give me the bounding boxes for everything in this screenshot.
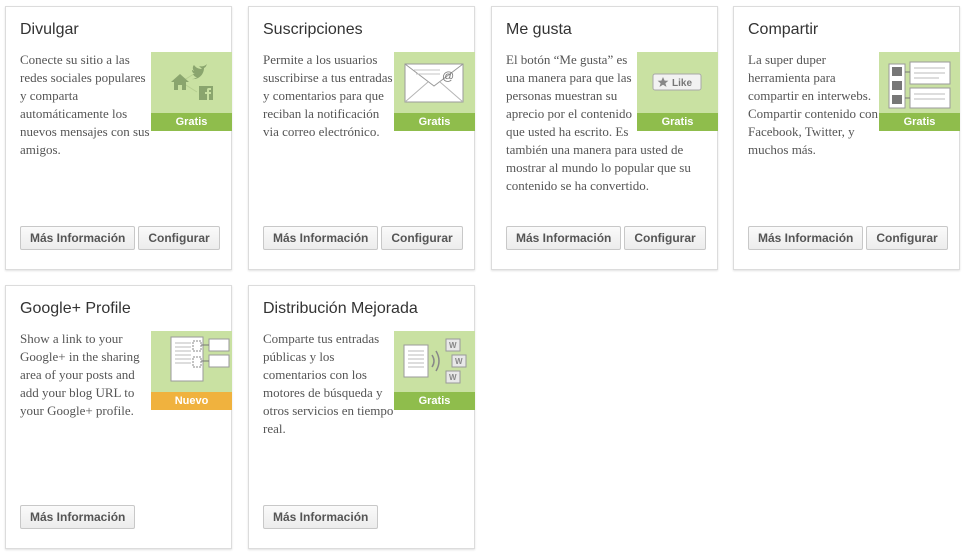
card-title: Divulgar xyxy=(20,21,79,38)
svg-text:W: W xyxy=(449,341,457,350)
share-network-icon xyxy=(171,64,213,100)
price-badge: Gratis xyxy=(637,113,718,131)
card-actions: Más Información Configurar xyxy=(748,226,948,250)
card-compartir: Compartir La super duper herramienta par… xyxy=(733,6,960,270)
price-badge: Gratis xyxy=(394,392,475,410)
svg-text:@: @ xyxy=(442,69,454,83)
more-info-button[interactable]: Más Información xyxy=(263,226,379,250)
configure-button[interactable]: Configurar xyxy=(381,226,463,250)
configure-button[interactable]: Configurar xyxy=(624,226,706,250)
card-actions: Más Información xyxy=(263,505,379,529)
more-info-button[interactable]: Más Información xyxy=(20,505,136,529)
card-title: Me gusta xyxy=(506,21,572,38)
configure-button[interactable]: Configurar xyxy=(866,226,948,250)
svg-text:W: W xyxy=(455,357,463,366)
card-me-gusta: Me gusta El botón “Me gusta” es una mane… xyxy=(491,6,718,270)
module-thumbnail: Gratis xyxy=(151,52,232,131)
module-thumbnail: W W W Gratis xyxy=(394,331,475,410)
module-thumbnail: Like Gratis xyxy=(637,52,718,131)
module-thumbnail: Gratis xyxy=(879,52,960,131)
card-actions: Más Información Configurar xyxy=(20,226,220,250)
card-title: Suscripciones xyxy=(263,21,363,38)
more-info-button[interactable]: Más Información xyxy=(506,226,622,250)
configure-button[interactable]: Configurar xyxy=(138,226,220,250)
card-title: Google+ Profile xyxy=(20,300,131,317)
module-thumbnail: Nuevo xyxy=(151,331,232,410)
card-divulgar: Divulgar Conecte su sitio a las redes so… xyxy=(5,6,232,270)
card-actions: Más Información xyxy=(20,505,136,529)
like-text: Like xyxy=(672,78,692,89)
card-title: Distribución Mejorada xyxy=(263,300,418,317)
card-actions: Más Información Configurar xyxy=(263,226,463,250)
more-info-button[interactable]: Más Información xyxy=(263,505,379,529)
like-button-icon: Like xyxy=(652,73,702,91)
broadcast-icon: W W W xyxy=(403,338,467,384)
new-badge: Nuevo xyxy=(151,392,232,410)
card-title: Compartir xyxy=(748,21,819,38)
svg-text:W: W xyxy=(449,373,457,382)
envelope-icon: @ xyxy=(404,63,464,103)
price-badge: Gratis xyxy=(151,113,232,131)
price-badge: Gratis xyxy=(394,113,475,131)
profile-link-icon xyxy=(170,336,230,382)
card-actions: Más Información Configurar xyxy=(506,226,706,250)
more-info-button[interactable]: Más Información xyxy=(20,226,136,250)
card-google-profile: Google+ Profile Show a link to your Goog… xyxy=(5,285,232,549)
price-badge: Gratis xyxy=(879,113,960,131)
card-distribucion-mejorada: Distribución Mejorada Comparte tus entra… xyxy=(248,285,475,549)
sharing-buttons-icon xyxy=(888,61,951,109)
module-thumbnail: @ Gratis xyxy=(394,52,475,131)
more-info-button[interactable]: Más Información xyxy=(748,226,864,250)
card-suscripciones: Suscripciones Permite a los usuarios sus… xyxy=(248,6,475,270)
